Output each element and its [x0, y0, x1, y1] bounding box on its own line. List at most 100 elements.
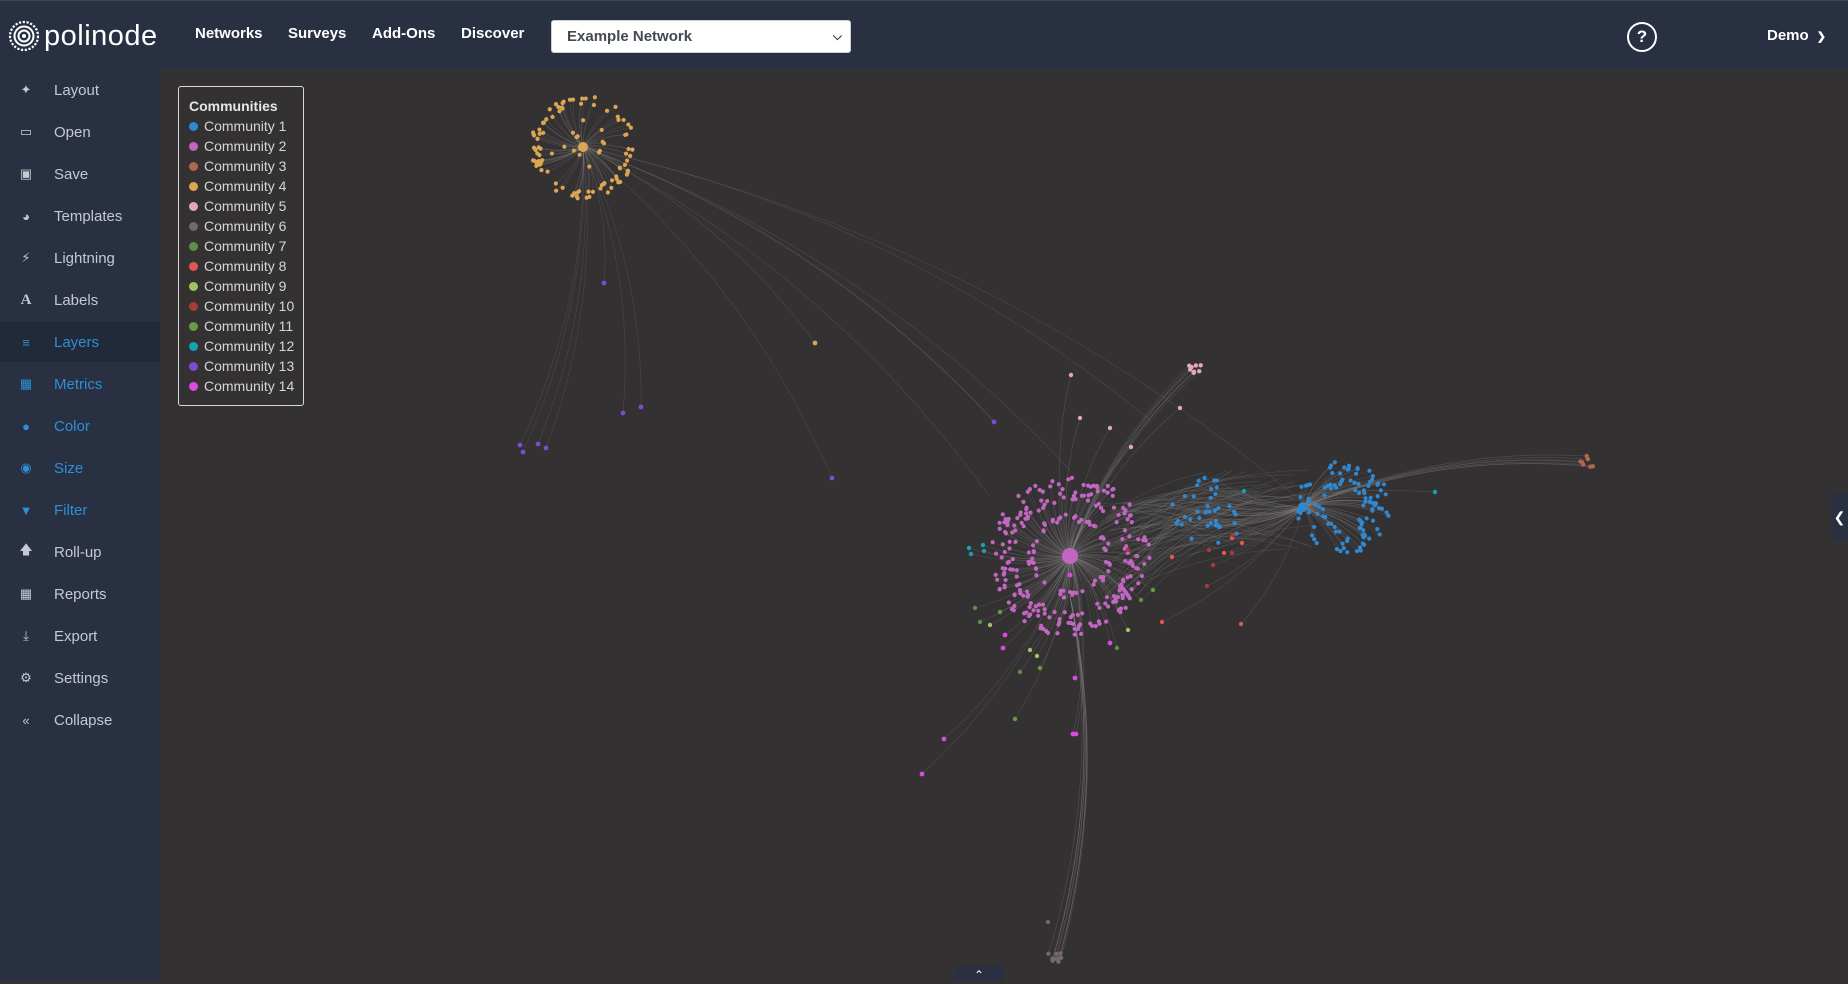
graph-node[interactable]: [1241, 488, 1247, 494]
graph-node[interactable]: [1227, 504, 1232, 509]
graph-node[interactable]: [1058, 592, 1063, 597]
graph-node[interactable]: [1139, 573, 1145, 579]
graph-node[interactable]: [1030, 543, 1036, 548]
graph-node[interactable]: [1014, 574, 1019, 579]
help-icon[interactable]: ?: [1627, 22, 1657, 52]
graph-node[interactable]: [1018, 510, 1023, 515]
graph-node[interactable]: [1002, 549, 1007, 555]
graph-node[interactable]: [1136, 581, 1141, 586]
graph-node[interactable]: [1130, 563, 1135, 568]
graph-node[interactable]: [1379, 506, 1385, 511]
graph-node[interactable]: [1040, 489, 1046, 494]
graph-node[interactable]: [1091, 523, 1097, 528]
graph-node[interactable]: [1239, 540, 1245, 546]
graph-node[interactable]: [1056, 482, 1061, 487]
right-panel-toggle[interactable]: ❮: [1831, 493, 1848, 541]
graph-node[interactable]: [1066, 477, 1071, 482]
graph-node[interactable]: [1088, 484, 1093, 489]
graph-node[interactable]: [570, 97, 576, 102]
graph-node[interactable]: [1120, 593, 1125, 599]
network-graph[interactable]: [160, 70, 1848, 981]
graph-node[interactable]: [1213, 491, 1218, 497]
graph-node[interactable]: [1299, 484, 1304, 489]
graph-node[interactable]: [1105, 490, 1110, 495]
graph-node[interactable]: [1170, 502, 1175, 507]
graph-node[interactable]: [550, 114, 555, 119]
graph-node[interactable]: [1057, 491, 1063, 496]
graph-node[interactable]: [1123, 558, 1128, 564]
graph-node[interactable]: [1357, 545, 1363, 550]
graph-node[interactable]: [1125, 575, 1130, 580]
graph-node[interactable]: [1080, 589, 1085, 594]
graph-node[interactable]: [1068, 372, 1074, 378]
sidebar-item-roll-up[interactable]: 🡅 Roll-up: [0, 532, 160, 572]
graph-node[interactable]: [1375, 482, 1380, 487]
graph-node[interactable]: [1238, 621, 1244, 627]
graph-node[interactable]: [1110, 487, 1115, 492]
graph-node[interactable]: [1590, 464, 1595, 469]
graph-node[interactable]: [1177, 405, 1183, 411]
graph-node[interactable]: [1143, 538, 1148, 543]
graph-node[interactable]: [1147, 555, 1152, 560]
graph-node[interactable]: [1233, 512, 1238, 517]
graph-node[interactable]: [1361, 488, 1366, 493]
graph-node[interactable]: [1033, 483, 1038, 488]
graph-node[interactable]: [1578, 459, 1583, 464]
graph-node[interactable]: [1061, 595, 1066, 600]
graph-node[interactable]: [562, 144, 567, 149]
graph-node[interactable]: [1359, 522, 1364, 527]
graph-node[interactable]: [618, 179, 623, 185]
graph-node[interactable]: [1125, 547, 1131, 553]
graph-node[interactable]: [561, 99, 566, 104]
graph-node[interactable]: [1026, 613, 1032, 619]
graph-node[interactable]: [968, 551, 974, 557]
graph-node[interactable]: [1134, 553, 1139, 559]
graph-node[interactable]: [535, 136, 540, 141]
graph-node[interactable]: [1193, 363, 1198, 368]
graph-node[interactable]: [1314, 541, 1319, 546]
graph-node[interactable]: [1002, 632, 1008, 638]
graph-node[interactable]: [997, 526, 1002, 531]
graph-node[interactable]: [531, 130, 536, 135]
graph-node[interactable]: [1377, 532, 1382, 537]
graph-node[interactable]: [1182, 514, 1188, 520]
graph-node[interactable]: [1202, 475, 1207, 481]
graph-node[interactable]: [1036, 508, 1041, 513]
graph-node[interactable]: [1209, 486, 1214, 492]
graph-node[interactable]: [1086, 519, 1092, 524]
graph-node[interactable]: [1121, 577, 1126, 582]
graph-node[interactable]: [1298, 502, 1308, 512]
graph-node[interactable]: [1052, 609, 1057, 615]
graph-node[interactable]: [1208, 521, 1213, 526]
graph-node[interactable]: [997, 609, 1003, 615]
graph-node[interactable]: [1204, 509, 1209, 514]
graph-node[interactable]: [1169, 554, 1175, 560]
graph-node[interactable]: [1074, 590, 1079, 596]
graph-node[interactable]: [609, 178, 615, 183]
graph-node[interactable]: [1191, 494, 1196, 499]
graph-node[interactable]: [1097, 605, 1102, 610]
graph-node[interactable]: [598, 186, 603, 191]
graph-node[interactable]: [537, 131, 542, 136]
graph-node[interactable]: [1361, 542, 1367, 547]
graph-node[interactable]: [1353, 487, 1358, 493]
graph-node[interactable]: [605, 190, 610, 195]
graph-node[interactable]: [1077, 622, 1083, 627]
graph-node[interactable]: [615, 114, 620, 119]
graph-node[interactable]: [1361, 503, 1366, 508]
graph-node[interactable]: [1027, 604, 1032, 610]
graph-node[interactable]: [1344, 538, 1350, 544]
graph-node[interactable]: [1333, 529, 1338, 534]
graph-node[interactable]: [1031, 549, 1037, 555]
graph-node[interactable]: [559, 105, 564, 110]
graph-node[interactable]: [1129, 587, 1134, 592]
graph-node[interactable]: [1101, 488, 1106, 493]
graph-node[interactable]: [586, 189, 591, 194]
graph-node[interactable]: [981, 548, 987, 554]
graph-node[interactable]: [1000, 512, 1005, 517]
graph-node[interactable]: [1142, 561, 1147, 566]
graph-node[interactable]: [1188, 517, 1193, 522]
graph-node[interactable]: [1106, 569, 1111, 574]
graph-node[interactable]: [1037, 602, 1042, 607]
graph-node[interactable]: [1042, 607, 1047, 612]
